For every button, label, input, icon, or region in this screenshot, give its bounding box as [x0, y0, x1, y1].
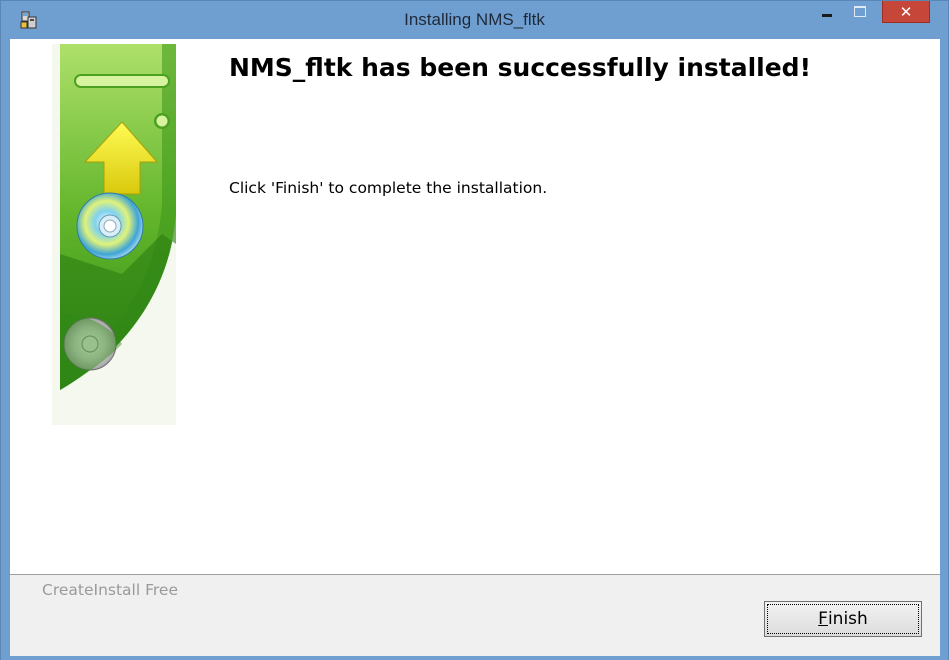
completion-message: Click 'Finish' to complete the installat…	[229, 179, 548, 197]
close-button[interactable]: ✕	[882, 1, 930, 23]
window-title: Installing NMS_fltk	[404, 10, 545, 29]
close-icon: ✕	[899, 2, 913, 21]
button-panel: CreateInstall Free Finish	[10, 574, 940, 656]
brand-label: CreateInstall Free	[42, 581, 178, 599]
finish-button-focus: Finish	[767, 604, 919, 634]
maximize-icon	[854, 6, 866, 17]
minimize-icon	[821, 14, 832, 17]
installer-banner	[52, 44, 176, 425]
window-border-bottom	[1, 656, 948, 660]
finish-label: inish	[827, 609, 868, 629]
minimize-button[interactable]	[812, 1, 841, 22]
title-bar[interactable]: Installing NMS_fltk ✕	[1, 1, 948, 38]
finish-button[interactable]: Finish	[764, 601, 922, 637]
finish-mnemonic: F	[818, 609, 828, 629]
maximize-button[interactable]	[844, 1, 876, 22]
installer-window: Installing NMS_fltk ✕ NMS_fltk has been …	[0, 0, 949, 660]
completion-heading: NMS_fltk has been successfully installed…	[229, 53, 811, 82]
